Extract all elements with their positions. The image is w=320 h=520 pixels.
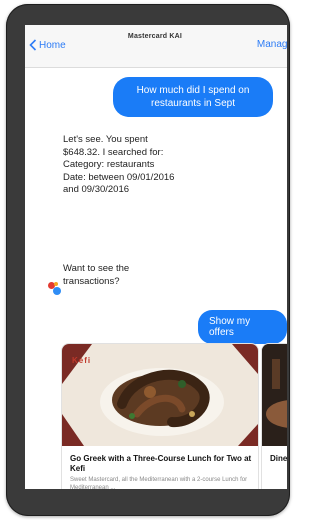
- offer-title: Dine: [270, 454, 287, 463]
- show-offers-button[interactable]: Show my offers: [198, 310, 287, 344]
- top-nav: Home Mastercard KAI Manage: [25, 25, 287, 68]
- back-label: Home: [39, 39, 66, 51]
- messenger-screen: Home Mastercard KAI Manage How much did …: [25, 25, 287, 489]
- offer-image: Kefi: [62, 344, 258, 446]
- bot-question: Want to see the transactions?: [63, 263, 233, 288]
- bot-message-line: and 09/30/2016: [63, 184, 130, 195]
- conversation-title: Mastercard KAI: [127, 33, 183, 40]
- bot-question-line: Want to see the: [63, 263, 130, 274]
- bot-message-line: Category: restaurants: [63, 159, 155, 170]
- restaurant-logo: Kefi: [72, 356, 92, 365]
- offer-description: Sweet Mastercard, all the Mediterranean …: [70, 477, 248, 489]
- offer-title: Go Greek with a Three-Course Lunch for T…: [70, 454, 252, 473]
- restaurant-image: [262, 344, 287, 446]
- conversation-header: Mastercard KAI: [85, 33, 225, 42]
- avatar-dot-orange: [54, 282, 58, 286]
- bot-avatar: [48, 282, 62, 296]
- back-button[interactable]: Home: [29, 39, 66, 51]
- bot-message-line: Date: between 09/01/2016: [63, 171, 175, 183]
- chevron-left-icon: [29, 39, 37, 51]
- avatar-dot-blue: [53, 287, 61, 295]
- bot-message-line: Let's see. You spent: [63, 134, 148, 145]
- manage-button[interactable]: Manage: [257, 39, 287, 50]
- offer-image: [262, 344, 287, 446]
- bot-message-line: $648.32. I searched for:: [63, 146, 164, 158]
- offer-card[interactable]: Kefi Go Greek with a Three-Course Lunch …: [61, 343, 259, 489]
- offer-card[interactable]: Dine: [261, 343, 287, 489]
- user-message-bubble: How much did I spend on restaurants in S…: [113, 77, 273, 117]
- bot-question-line: transactions?: [63, 275, 120, 287]
- bot-message: Let's see. You spent $648.32. I searched…: [63, 134, 233, 197]
- grilled-octopus-image: [62, 344, 258, 446]
- phone-frame: Home Mastercard KAI Manage How much did …: [6, 4, 290, 516]
